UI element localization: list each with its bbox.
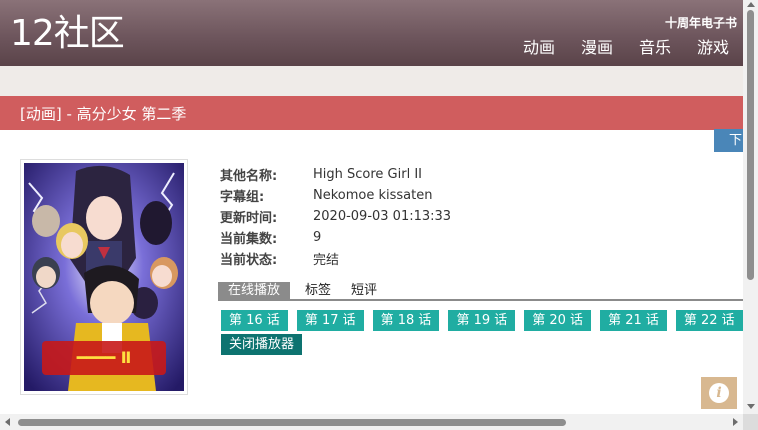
close-player-button[interactable]: 关闭播放器	[221, 334, 303, 355]
info-label: 字幕组:	[220, 190, 265, 205]
episode-button[interactable]: 第 17 话	[296, 310, 364, 331]
info-label: 其他名称:	[220, 169, 278, 184]
info-row-subgroup: 字幕组: Nekomoe kissaten	[220, 185, 451, 206]
info-value: 完结	[313, 253, 340, 268]
info-value: 2020-09-03 01:13:33	[313, 209, 452, 224]
tab-short-reviews[interactable]: 短评	[341, 282, 387, 299]
info-icon: i	[709, 383, 729, 403]
page-title-bar: [动画] - 高分少女 第二季	[0, 96, 743, 130]
episode-button[interactable]: 第 22 话	[675, 310, 743, 331]
nav-item-anime[interactable]: 动画	[523, 38, 555, 58]
info-value: 9	[313, 230, 322, 245]
info-label: 更新时间:	[220, 211, 278, 226]
info-label: 当前集数:	[220, 232, 278, 247]
cover-image: ━━━━ Ⅱ	[24, 163, 184, 391]
tab-tags[interactable]: 标签	[295, 282, 341, 299]
scrollbar-corner	[743, 414, 758, 430]
anime-info-table: 其他名称: High Score Girl II 字幕组: Nekomoe ki…	[220, 164, 451, 269]
header-band	[0, 66, 743, 96]
site-header: 12社区 十周年电子书 动画 漫画 音乐 游戏	[0, 0, 743, 66]
content-tabs: 在线播放 标签 短评	[218, 282, 743, 301]
main-nav: 动画 漫画 音乐 游戏	[523, 38, 729, 58]
info-value: High Score Girl II	[313, 167, 422, 182]
scroll-left-icon[interactable]	[5, 418, 10, 426]
svg-text:━━━━ Ⅱ: ━━━━ Ⅱ	[76, 348, 132, 367]
info-label: 当前状态:	[220, 253, 278, 268]
info-value: Nekomoe kissaten	[313, 188, 433, 203]
vertical-scroll-thumb[interactable]	[747, 10, 754, 280]
info-row-updated: 更新时间: 2020-09-03 01:13:33	[220, 206, 451, 227]
scroll-right-icon[interactable]	[733, 418, 738, 426]
download-side-tab[interactable]: 下	[714, 129, 744, 152]
tab-online-play[interactable]: 在线播放	[218, 282, 291, 299]
nav-item-music[interactable]: 音乐	[639, 38, 671, 58]
scroll-up-icon[interactable]	[747, 2, 755, 7]
info-button[interactable]: i	[701, 377, 737, 409]
episode-list: 第 16 话 第 17 话 第 18 话 第 19 话 第 20 话 第 21 …	[221, 310, 758, 331]
episode-button[interactable]: 第 21 话	[600, 310, 667, 331]
anniversary-ebook-link[interactable]: 十周年电子书	[665, 14, 737, 31]
episode-button[interactable]: 第 16 话	[221, 310, 288, 331]
nav-item-games[interactable]: 游戏	[697, 38, 729, 58]
episode-button[interactable]: 第 18 话	[372, 310, 440, 331]
cover-frame: ━━━━ Ⅱ	[20, 159, 188, 395]
site-logo[interactable]: 12社区	[10, 14, 125, 54]
scroll-down-icon[interactable]	[747, 404, 755, 409]
page-title: [动画] - 高分少女 第二季	[20, 104, 187, 123]
episode-button[interactable]: 第 20 话	[524, 310, 592, 331]
episode-button[interactable]: 第 19 话	[448, 310, 516, 331]
info-row-episode-count: 当前集数: 9	[220, 227, 451, 248]
info-row-alt-name: 其他名称: High Score Girl II	[220, 164, 451, 185]
info-row-status: 当前状态: 完结	[220, 248, 451, 269]
horizontal-scroll-thumb[interactable]	[18, 419, 566, 426]
nav-item-manga[interactable]: 漫画	[581, 38, 613, 58]
